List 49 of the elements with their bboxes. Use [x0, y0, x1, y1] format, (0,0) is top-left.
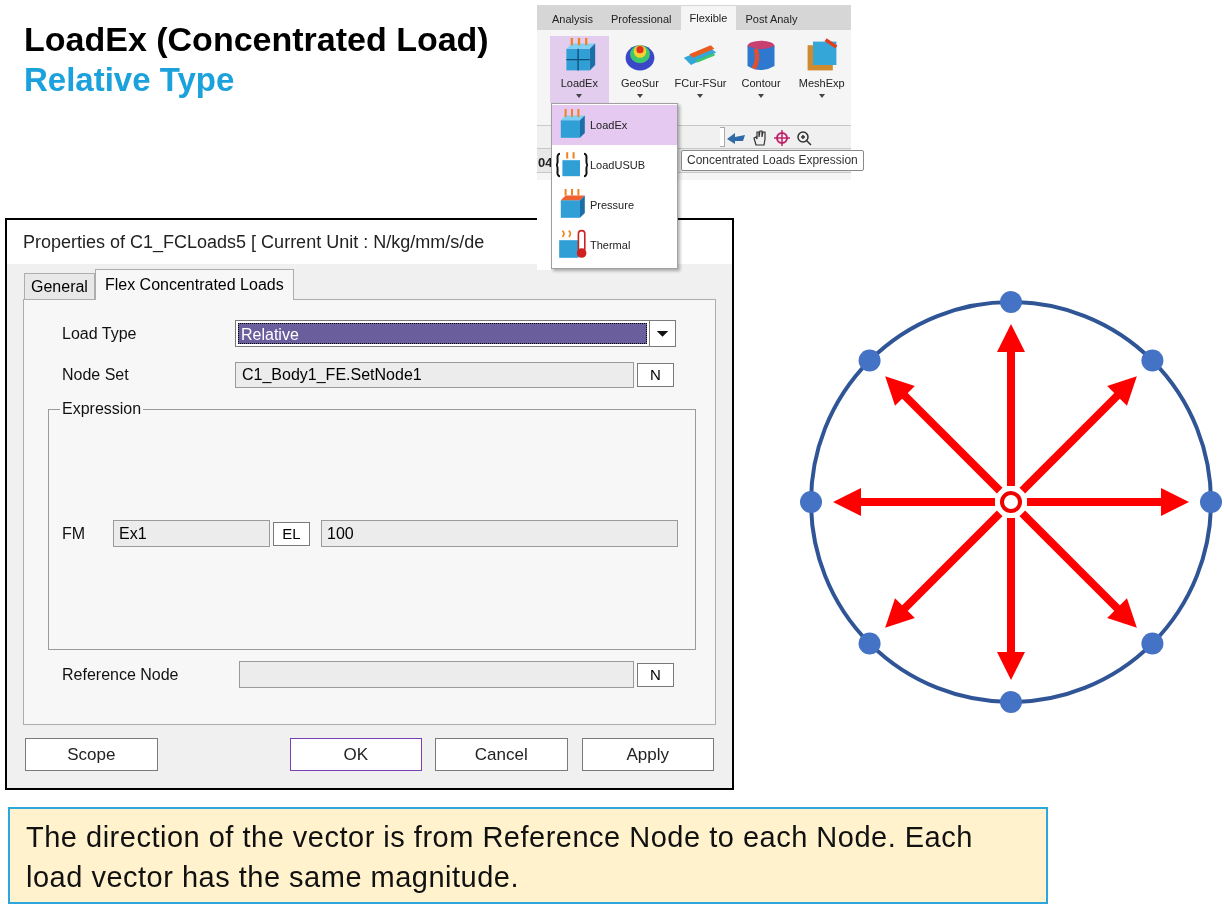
- field-label: FM: [62, 523, 87, 544]
- thermometer-cube-icon: [556, 229, 588, 261]
- group-title: Expression: [60, 399, 144, 419]
- selected-value: Relative: [238, 323, 647, 344]
- slide-title: LoadEx (Concentrated Load): [24, 19, 489, 60]
- expression-value-field[interactable]: 100: [321, 520, 678, 547]
- ribbon-button[interactable]: GeoSur: [610, 36, 670, 103]
- field-label: Node Set: [62, 365, 130, 385]
- ribbon-button[interactable]: Contour: [731, 36, 791, 103]
- dialog-button[interactable]: Scope: [25, 738, 158, 771]
- expression-name-field[interactable]: Ex1: [113, 520, 270, 547]
- dialog-tab[interactable]: Flex Concentrated Loads: [94, 269, 294, 300]
- rotate-icon[interactable]: [773, 129, 791, 147]
- load-type-dropdown[interactable]: Relative: [235, 320, 676, 347]
- dialog-button[interactable]: OK: [289, 738, 422, 771]
- back-arrow-icon[interactable]: [725, 130, 747, 146]
- ribbon-button[interactable]: LoadEx: [550, 36, 609, 103]
- note-text: The direction of the vector is from Reference Node to each Node. Each load vector has the same magnitude.: [26, 820, 974, 895]
- ribbon-tab[interactable]: Analysis: [543, 8, 602, 30]
- status-text: 04: [538, 154, 553, 172]
- expression-list-button[interactable]: EL: [273, 521, 310, 546]
- ribbon-tab[interactable]: Flexible: [680, 6, 737, 30]
- node-select-button[interactable]: N: [637, 662, 674, 687]
- ribbon-button[interactable]: FCur-FSur: [671, 36, 730, 103]
- caret-icon: [818, 94, 825, 98]
- menu-item[interactable]: LoadEx: [552, 105, 677, 145]
- caret-icon: [697, 94, 704, 98]
- caret-icon: [758, 94, 765, 98]
- dialog-button[interactable]: Apply: [581, 738, 714, 771]
- tooltip: Concentrated Loads Expression: [681, 150, 864, 171]
- node-select-button[interactable]: N: [637, 363, 674, 387]
- ribbon-tab[interactable]: Post Analy: [736, 8, 807, 30]
- zoom-icon[interactable]: [795, 129, 813, 147]
- dialog-button[interactable]: Cancel: [435, 738, 568, 771]
- caret-icon: [636, 94, 643, 98]
- menu-item[interactable]: Thermal: [552, 225, 677, 265]
- hand-icon[interactable]: [751, 129, 769, 147]
- ribbon-tab[interactable]: Professional: [601, 8, 681, 30]
- reference-node-field[interactable]: [239, 661, 634, 688]
- field-label: Reference Node: [62, 664, 180, 685]
- menu-item[interactable]: LoadUSUB: [552, 145, 677, 185]
- field-label: Load Type: [62, 323, 138, 344]
- node-set-field[interactable]: C1_Body1_FE.SetNode1: [235, 362, 634, 388]
- caret-icon: [576, 94, 583, 98]
- slide-subtitle: Relative Type: [24, 60, 236, 100]
- dialog-title: Properties of C1_FCLoads5 [ Current Unit : N/kg/mm/s/de: [23, 230, 485, 255]
- dialog-tab[interactable]: General: [24, 273, 95, 299]
- ribbon-button[interactable]: MeshExp: [792, 36, 851, 103]
- menu-item[interactable]: Pressure: [552, 185, 677, 225]
